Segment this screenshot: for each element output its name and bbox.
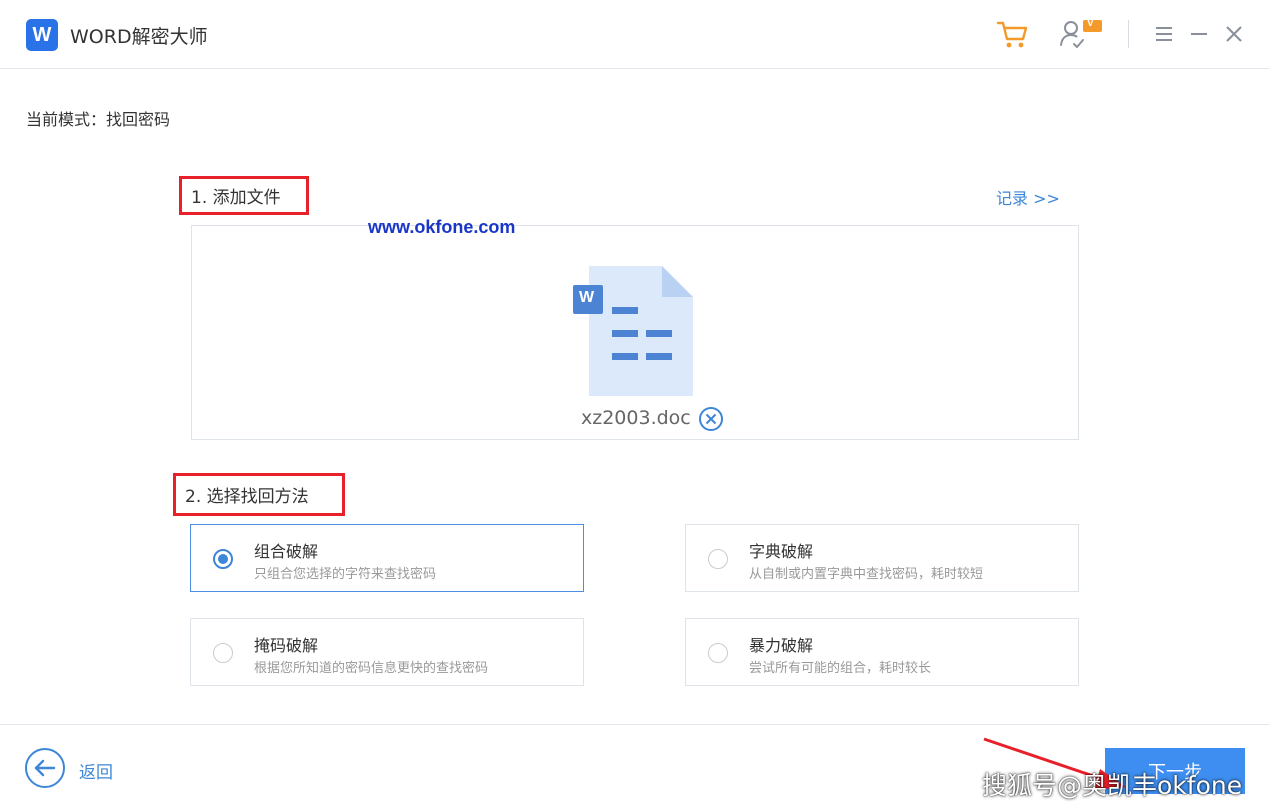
app-title: WORD解密大师 bbox=[70, 26, 208, 48]
vip-badge: V bbox=[1087, 18, 1094, 29]
step1-heading: 1. 添加文件 bbox=[179, 176, 309, 215]
user-icon[interactable]: V bbox=[1058, 16, 1106, 52]
radio-brute-force[interactable] bbox=[708, 643, 728, 663]
corner-watermark: 搜狐号@奥凯丰okfone bbox=[982, 771, 1243, 800]
step2-heading-text: 2. 选择找回方法 bbox=[185, 487, 309, 507]
step2-heading: 2. 选择找回方法 bbox=[173, 473, 345, 516]
radio-dictionary[interactable] bbox=[708, 549, 728, 569]
doc-icon-badge: W bbox=[579, 289, 595, 306]
word-document-icon: W bbox=[572, 265, 696, 397]
remove-circle-icon[interactable] bbox=[698, 406, 724, 432]
shopping-cart-icon[interactable] bbox=[996, 17, 1030, 51]
back-button-label[interactable]: 返回 bbox=[79, 758, 113, 783]
option-title: 组合破解 bbox=[254, 542, 319, 561]
option-mask-attack[interactable]: 掩码破解 根据您所知道的密码信息更快的查找密码 bbox=[190, 618, 584, 686]
app-logo: W bbox=[26, 19, 58, 51]
option-title: 暴力破解 bbox=[749, 636, 814, 655]
watermark-url: www.okfone.com bbox=[368, 217, 516, 237]
step1-heading-text: 1. 添加文件 bbox=[191, 188, 281, 208]
menu-icon[interactable] bbox=[1151, 20, 1177, 48]
toolbar-divider bbox=[1128, 20, 1129, 48]
option-brute-force-attack[interactable]: 暴力破解 尝试所有可能的组合，耗时较长 bbox=[685, 618, 1079, 686]
option-dictionary-attack[interactable]: 字典破解 从自制或内置字典中查找密码，耗时较短 bbox=[685, 524, 1079, 592]
current-mode-label: 当前模式：找回密码 bbox=[26, 110, 171, 129]
title-bar: W WORD解密大师 V bbox=[0, 0, 1270, 69]
option-combination-attack[interactable]: 组合破解 只组合您选择的字符来查找密码 bbox=[190, 524, 584, 592]
records-link[interactable]: 记录 >> bbox=[996, 185, 1060, 209]
option-description: 从自制或内置字典中查找密码，耗时较短 bbox=[749, 567, 984, 582]
option-title: 掩码破解 bbox=[254, 636, 319, 655]
radio-combination[interactable] bbox=[213, 549, 233, 569]
option-title: 字典破解 bbox=[749, 542, 814, 561]
minimize-icon[interactable] bbox=[1186, 20, 1212, 48]
radio-mask[interactable] bbox=[213, 643, 233, 663]
close-icon[interactable] bbox=[1221, 20, 1247, 48]
file-name: xz2003.doc bbox=[581, 407, 691, 429]
footer-divider bbox=[0, 724, 1270, 725]
option-description: 只组合您选择的字符来查找密码 bbox=[254, 567, 437, 582]
option-description: 根据您所知道的密码信息更快的查找密码 bbox=[254, 661, 489, 676]
option-description: 尝试所有可能的组合，耗时较长 bbox=[749, 661, 932, 676]
back-arrow-icon[interactable] bbox=[25, 748, 65, 788]
